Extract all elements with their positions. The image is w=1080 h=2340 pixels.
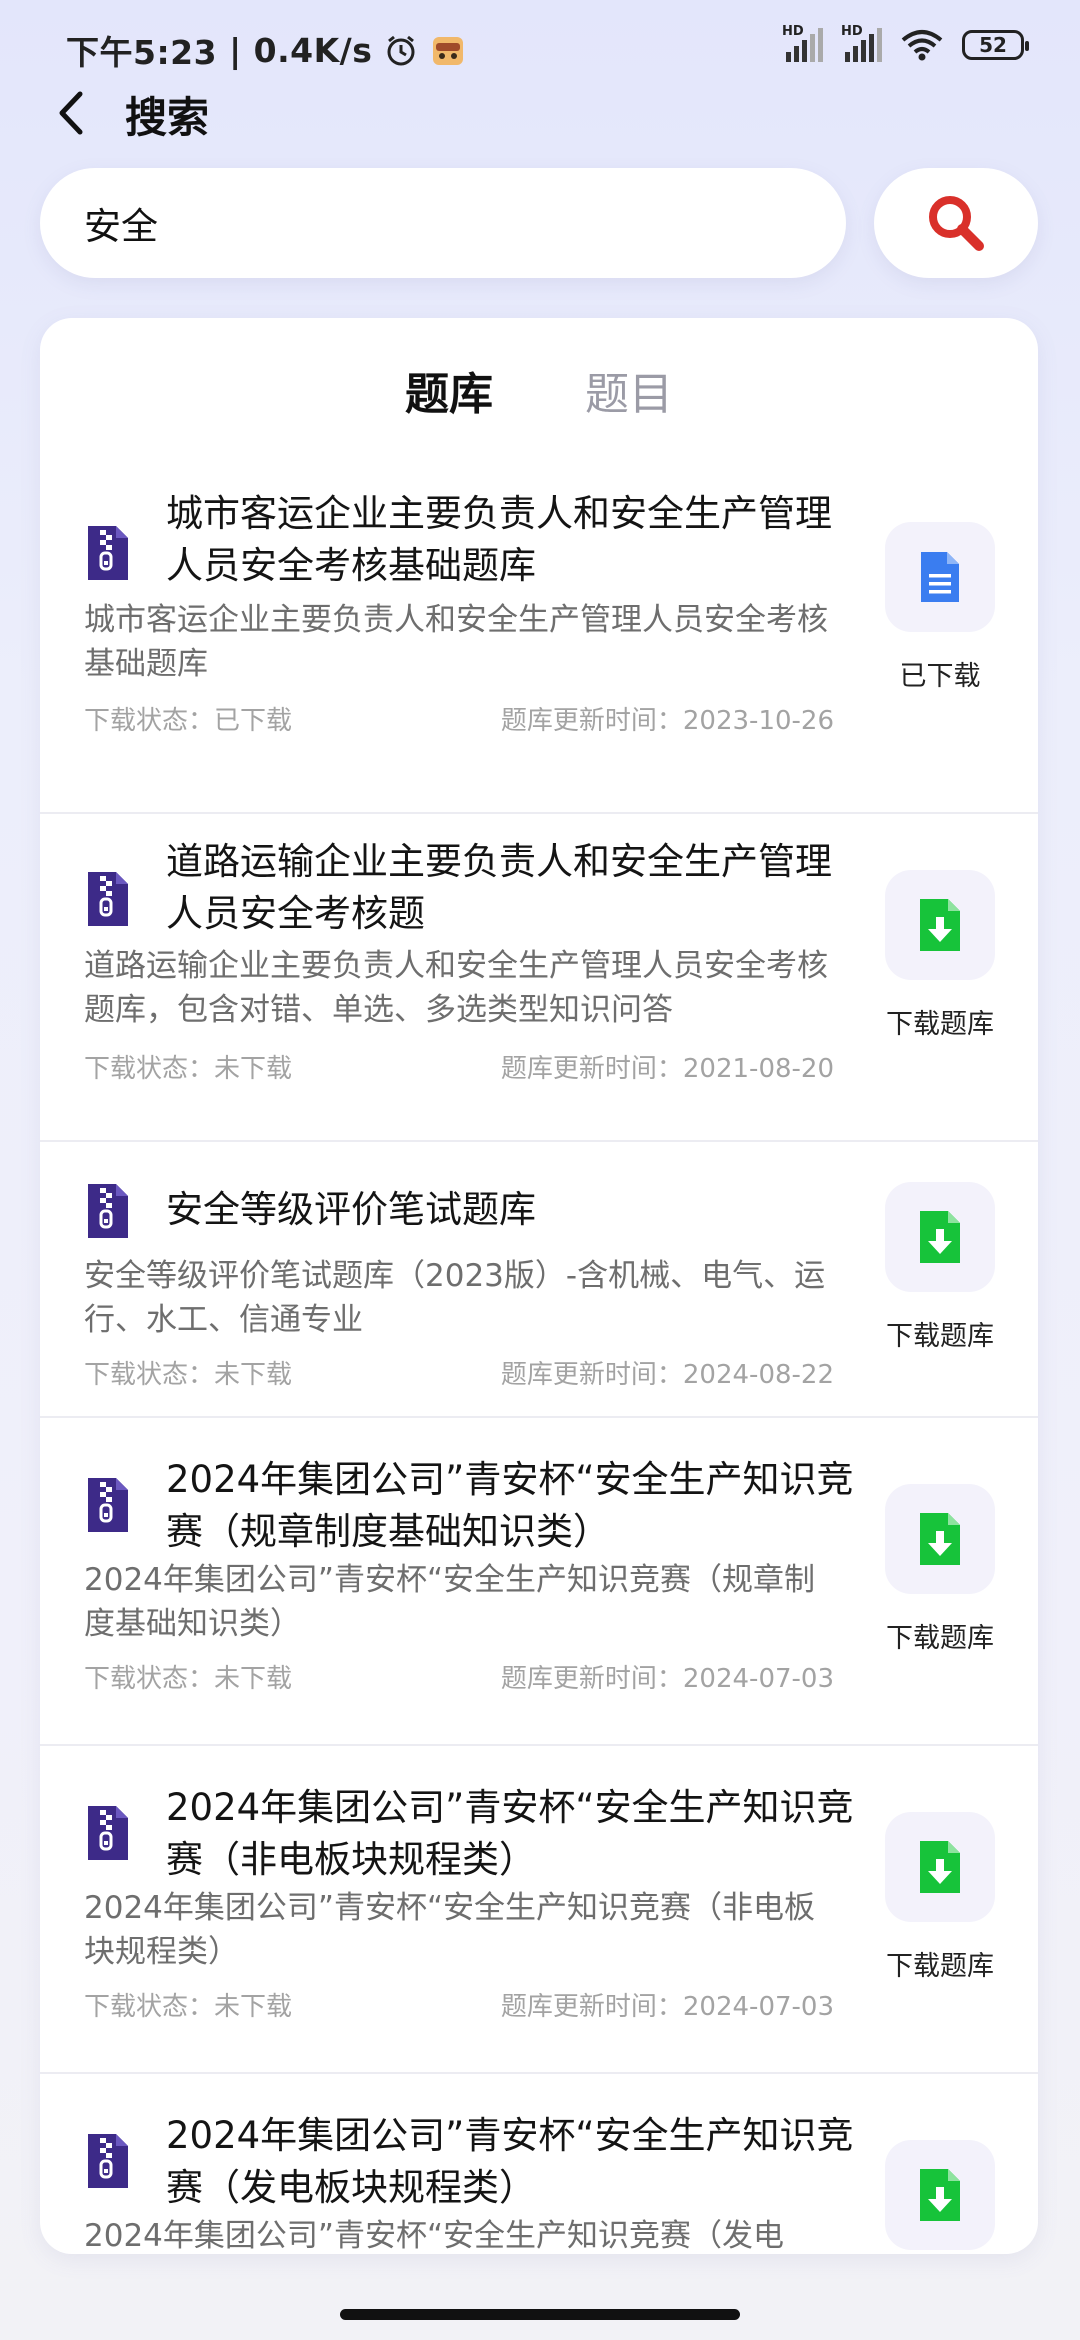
tab-bar: 题库 题目 xyxy=(40,358,1038,428)
search-icon xyxy=(929,196,984,251)
item-description: 安全等级评价笔试题库（2023版）-含机械、电气、运行、水工、信通专业 xyxy=(84,1258,826,1338)
signal-1-icon: HD xyxy=(782,24,823,62)
download-action[interactable]: 下载题库 xyxy=(870,1484,1010,1655)
item-meta: 下载状态：未下载 题库更新时间：2021-08-20 xyxy=(84,1048,834,1085)
action-label: 下载题库 xyxy=(886,1321,994,1352)
download-icon xyxy=(920,1513,960,1565)
update-time: 题库更新时间：2021-08-20 xyxy=(500,1054,834,1084)
list-item[interactable]: 安全等级评价笔试题库 安全等级评价笔试题库（2023版）-含机械、电气、运行、水… xyxy=(40,1142,1038,1418)
download-button[interactable] xyxy=(885,1484,995,1594)
zip-file-icon xyxy=(88,2134,128,2188)
search-input-value: 安全 xyxy=(84,205,158,248)
signal-2-label: HD xyxy=(841,24,863,39)
download-status: 下载状态：未下载 xyxy=(84,1664,293,1694)
downloaded-button[interactable] xyxy=(885,522,995,632)
back-arrow-icon[interactable] xyxy=(52,88,92,138)
list-item[interactable]: 道路运输企业主要负责人和安全生产管理人员安全考核题 道路运输企业主要负责人和安全… xyxy=(40,814,1038,1142)
page-title: 搜索 xyxy=(125,93,210,142)
item-meta: 下载状态：已下载 题库更新时间：2023-10-26 xyxy=(84,700,834,737)
status-right: HD HD 52 xyxy=(782,24,1029,62)
download-action[interactable]: 下载题库 xyxy=(870,1182,1010,1353)
list-item[interactable]: 2024年集团公司”青安杯“安全生产知识竞赛（规章制度基础知识类） 2024年集… xyxy=(40,1418,1038,1746)
app-notification-icon xyxy=(433,37,464,65)
item-description: 2024年集团公司”青安杯“安全生产知识竞赛（发电 xyxy=(84,2218,785,2254)
alarm-icon xyxy=(387,35,415,66)
status-bar: 下午5:23 | 0.4K/s HD HD 52 xyxy=(0,0,1080,96)
download-icon xyxy=(920,1211,960,1263)
search-button[interactable] xyxy=(874,168,1038,278)
zip-file-icon xyxy=(88,526,128,580)
zip-file-icon xyxy=(88,1806,128,1860)
item-meta: 下载状态：未下载 题库更新时间：2024-07-03 xyxy=(84,1986,834,2023)
download-button[interactable] xyxy=(885,1182,995,1292)
tab-questions[interactable]: 题目 xyxy=(585,358,673,428)
update-time: 题库更新时间：2023-10-26 xyxy=(500,706,834,736)
action-label: 下载题库 xyxy=(886,1623,994,1654)
downloaded-action[interactable]: 已下载 xyxy=(870,522,1010,693)
update-time: 题库更新时间：2024-08-22 xyxy=(500,1360,834,1390)
zip-file-icon xyxy=(88,1478,128,1532)
list-item[interactable]: 2024年集团公司”青安杯“安全生产知识竞赛（非电板块规程类） 2024年集团公… xyxy=(40,1746,1038,2074)
item-description: 城市客运企业主要负责人和安全生产管理人员安全考核基础题库 xyxy=(84,602,828,682)
download-status: 下载状态：未下载 xyxy=(84,1054,293,1084)
search-input[interactable]: 安全 xyxy=(40,168,846,278)
download-button[interactable] xyxy=(885,1812,995,1922)
result-list: 城市客运企业主要负责人和安全生产管理人员安全考核基础题库 城市客运企业主要负责人… xyxy=(40,488,1038,2254)
battery-level: 52 xyxy=(979,33,1007,57)
update-time: 题库更新时间：2024-07-03 xyxy=(500,1664,834,1694)
item-meta: 下载状态：未下载 题库更新时间：2024-07-03 xyxy=(84,1658,834,1695)
download-action[interactable] xyxy=(870,2140,1010,2250)
zip-file-icon xyxy=(88,1184,128,1238)
list-item[interactable]: 城市客运企业主要负责人和安全生产管理人员安全考核基础题库 城市客运企业主要负责人… xyxy=(40,488,1038,814)
signal-2-icon: HD xyxy=(841,24,882,62)
home-indicator[interactable] xyxy=(340,2309,740,2320)
item-description: 2024年集团公司”青安杯“安全生产知识竞赛（非电板块规程类） xyxy=(84,1890,816,1970)
download-action[interactable]: 下载题库 xyxy=(870,870,1010,1041)
item-meta: 下载状态：未下载 题库更新时间：2024-08-22 xyxy=(84,1354,834,1391)
download-icon xyxy=(920,1841,960,1893)
download-action[interactable]: 下载题库 xyxy=(870,1812,1010,1983)
item-title: 城市客运企业主要负责人和安全生产管理人员安全考核基础题库 xyxy=(166,492,832,587)
zip-file-icon xyxy=(88,872,128,926)
download-button[interactable] xyxy=(885,870,995,980)
download-icon xyxy=(920,899,960,951)
download-button[interactable] xyxy=(885,2140,995,2250)
item-title: 安全等级评价笔试题库 xyxy=(166,1188,536,1231)
item-description: 2024年集团公司”青安杯“安全生产知识竞赛（规章制度基础知识类） xyxy=(84,1562,816,1642)
item-title: 2024年集团公司”青安杯“安全生产知识竞赛（规章制度基础知识类） xyxy=(166,1458,854,1553)
status-left: 下午5:23 | 0.4K/s xyxy=(66,26,466,74)
results-card: 题库 题目 城市客运企业主要负责人和安全生产管理人员安全考核基础题库 城市客运企… xyxy=(40,318,1038,2254)
update-time: 题库更新时间：2024-07-03 xyxy=(500,1992,834,2022)
battery-indicator: 52 xyxy=(962,30,1029,60)
status-time: 下午5:23 xyxy=(66,33,218,72)
download-status: 下载状态：未下载 xyxy=(84,1992,293,2022)
item-description: 道路运输企业主要负责人和安全生产管理人员安全考核题库，包含对错、单选、多选类型知… xyxy=(84,948,828,1028)
item-title: 2024年集团公司”青安杯“安全生产知识竞赛（发电板块规程类） xyxy=(166,2114,854,2209)
action-label: 已下载 xyxy=(899,661,981,692)
download-status: 下载状态：已下载 xyxy=(84,706,293,736)
status-divider: | xyxy=(229,30,242,70)
item-title: 2024年集团公司”青安杯“安全生产知识竞赛（非电板块规程类） xyxy=(166,1786,854,1881)
download-icon xyxy=(920,2169,960,2221)
download-status: 下载状态：未下载 xyxy=(84,1360,293,1390)
action-label: 下载题库 xyxy=(886,1009,994,1040)
signal-1-label: HD xyxy=(782,24,804,39)
document-icon xyxy=(921,552,959,602)
item-title: 道路运输企业主要负责人和安全生产管理人员安全考核题 xyxy=(166,840,832,935)
list-item[interactable]: 2024年集团公司”青安杯“安全生产知识竞赛（发电板块规程类） 2024年集团公… xyxy=(40,2074,1038,2254)
wifi-icon xyxy=(901,30,943,61)
tab-question-bank[interactable]: 题库 xyxy=(405,358,493,428)
action-label: 下载题库 xyxy=(886,1951,994,1982)
status-net-speed: 0.4K/s xyxy=(253,30,373,70)
